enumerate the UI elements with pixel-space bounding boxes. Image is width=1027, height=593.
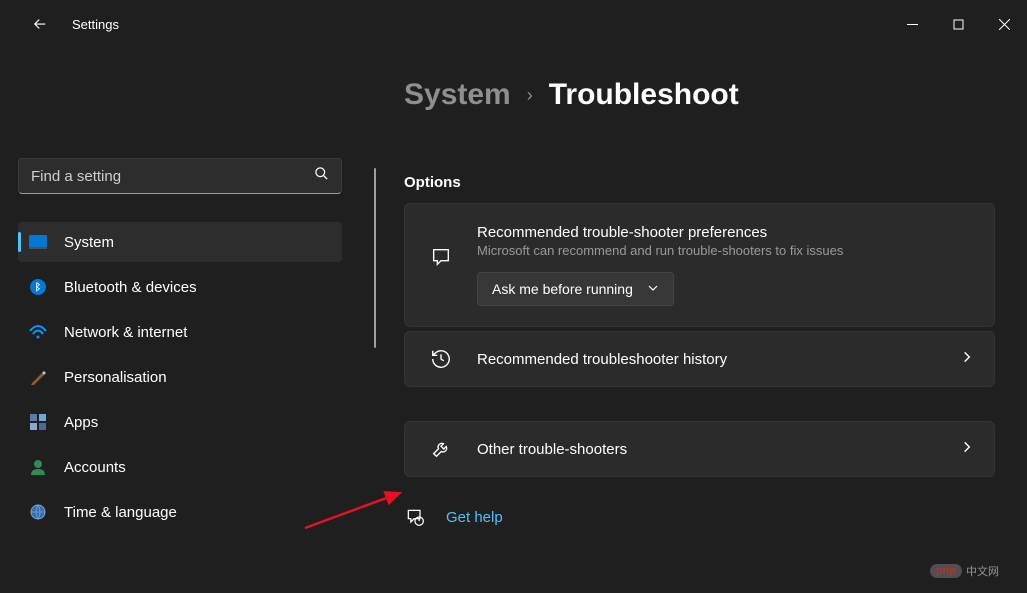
window-controls (889, 8, 1027, 40)
minimize-icon (907, 19, 918, 30)
get-help-link[interactable]: Get help (446, 509, 503, 526)
time-language-icon (28, 502, 48, 522)
system-icon (28, 232, 48, 252)
watermark: php 中文网 (930, 563, 999, 579)
sidebar: System Bluetooth & devices Network & int… (0, 48, 360, 593)
dropdown-value: Ask me before running (492, 281, 633, 297)
sidebar-item-label: Bluetooth & devices (64, 279, 197, 296)
help-icon (404, 507, 426, 527)
sidebar-item-apps[interactable]: Apps (18, 402, 342, 442)
breadcrumb: System › Troubleshoot (404, 78, 995, 112)
watermark-text: 中文网 (966, 563, 999, 579)
breadcrumb-parent[interactable]: System (404, 78, 511, 112)
sidebar-item-label: Time & language (64, 504, 177, 521)
minimize-button[interactable] (889, 8, 935, 40)
page-title: Troubleshoot (549, 78, 739, 112)
sidebar-item-label: Network & internet (64, 324, 187, 341)
apps-icon (28, 412, 48, 432)
chevron-right-icon: › (527, 85, 533, 106)
sidebar-item-network[interactable]: Network & internet (18, 312, 342, 352)
chevron-right-icon (960, 440, 974, 459)
main-content: System › Troubleshoot Options Recommende… (360, 48, 1027, 593)
help-row: Get help (404, 507, 995, 527)
troubleshooter-history-card[interactable]: Recommended troubleshooter history (404, 331, 995, 387)
preference-dropdown[interactable]: Ask me before running (477, 272, 674, 306)
card-subtitle: Microsoft can recommend and run trouble-… (477, 243, 974, 258)
wrench-icon (425, 438, 457, 460)
close-icon (999, 19, 1010, 30)
back-arrow-icon (31, 15, 49, 33)
window-title: Settings (72, 17, 119, 32)
sidebar-item-time-language[interactable]: Time & language (18, 492, 342, 532)
options-header: Options (404, 174, 995, 191)
sidebar-item-label: Personalisation (64, 369, 167, 386)
chat-icon (425, 246, 457, 268)
back-button[interactable] (20, 4, 60, 44)
network-icon (28, 322, 48, 342)
search-box[interactable] (18, 158, 342, 194)
scrollbar[interactable] (374, 168, 376, 348)
bluetooth-icon (28, 277, 48, 297)
php-badge: php (930, 564, 962, 578)
sidebar-item-system[interactable]: System (18, 222, 342, 262)
titlebar: Settings (0, 0, 1027, 48)
search-input[interactable] (31, 168, 314, 185)
other-troubleshooters-card[interactable]: Other trouble-shooters (404, 421, 995, 477)
sidebar-item-accounts[interactable]: Accounts (18, 447, 342, 487)
chevron-right-icon (960, 350, 974, 369)
maximize-button[interactable] (935, 8, 981, 40)
search-icon (314, 166, 329, 186)
card-title: Recommended troubleshooter history (477, 351, 960, 368)
chevron-down-icon (647, 281, 659, 297)
sidebar-item-personalisation[interactable]: Personalisation (18, 357, 342, 397)
sidebar-item-label: System (64, 234, 114, 251)
recommended-preferences-card: Recommended trouble-shooter preferences … (404, 203, 995, 327)
card-title: Recommended trouble-shooter preferences (477, 224, 974, 241)
personalisation-icon (28, 367, 48, 387)
maximize-icon (953, 19, 964, 30)
sidebar-item-bluetooth[interactable]: Bluetooth & devices (18, 267, 342, 307)
sidebar-item-label: Apps (64, 414, 98, 431)
close-button[interactable] (981, 8, 1027, 40)
history-icon (425, 348, 457, 370)
accounts-icon (28, 457, 48, 477)
card-title: Other trouble-shooters (477, 441, 960, 458)
sidebar-item-label: Accounts (64, 459, 126, 476)
